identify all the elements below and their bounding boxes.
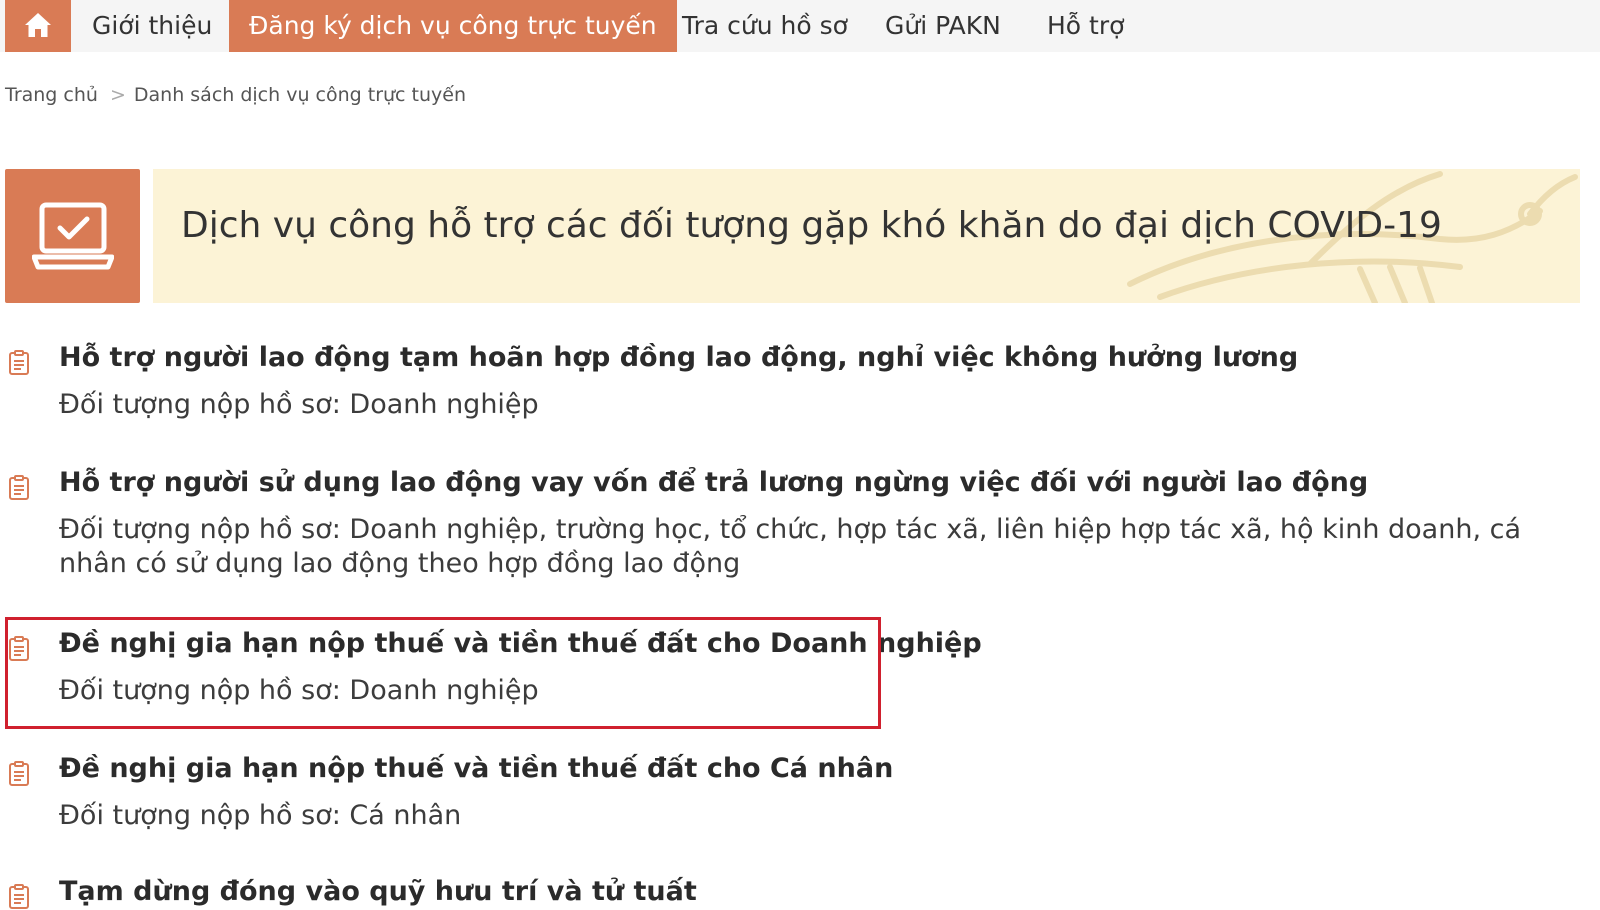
home-button[interactable] (5, 0, 71, 52)
laptop-check-icon (32, 202, 114, 270)
service-subtitle: Đối tượng nộp hồ sơ: Cá nhân (59, 800, 462, 831)
banner: Dịch vụ công hỗ trợ các đối tượng gặp kh… (153, 169, 1580, 303)
document-list-icon (9, 761, 29, 786)
document-list-icon (9, 884, 29, 909)
breadcrumb-home-link[interactable]: Trang chủ (5, 84, 98, 106)
banner-title: Dịch vụ công hỗ trợ các đối tượng gặp kh… (181, 205, 1442, 246)
top-nav: Giới thiệu Đăng ký dịch vụ công trực tuy… (0, 0, 1600, 52)
nav-tra-cuu-ho-so[interactable]: Tra cứu hồ sơ (682, 0, 848, 52)
breadcrumb: Trang chủ > Danh sách dịch vụ công trực tu… (5, 84, 466, 106)
service-subtitle: Đối tượng nộp hồ sơ: Doanh nghiệp, trườn… (59, 514, 1522, 579)
service-title[interactable]: Hỗ trợ người sử dụng lao động vay vốn để… (59, 467, 1368, 498)
breadcrumb-separator: > (109, 84, 126, 106)
breadcrumb-current: Danh sách dịch vụ công trực tuyến (133, 84, 467, 106)
service-title[interactable]: Đề nghị gia hạn nộp thuế và tiền thuế đấ… (59, 753, 893, 784)
home-icon (25, 13, 51, 37)
service-subtitle: Đối tượng nộp hồ sơ: Doanh nghiệp (59, 389, 539, 420)
nav-dang-ky-dich-vu[interactable]: Đăng ký dịch vụ công trực tuyến (229, 0, 677, 52)
document-list-icon (9, 475, 29, 500)
service-title[interactable]: Hỗ trợ người lao động tạm hoãn hợp đồng … (59, 342, 1298, 373)
document-list-icon (9, 350, 29, 375)
nav-ho-tro[interactable]: Hỗ trợ (1047, 0, 1124, 52)
service-title[interactable]: Tạm dừng đóng vào quỹ hưu trí và tử tuất (59, 876, 697, 907)
nav-gui-pakn[interactable]: Gửi PAKN (885, 0, 1001, 52)
nav-gioi-thieu[interactable]: Giới thiệu (92, 0, 212, 52)
highlight-box (5, 617, 881, 729)
banner-icon-box (5, 169, 140, 303)
